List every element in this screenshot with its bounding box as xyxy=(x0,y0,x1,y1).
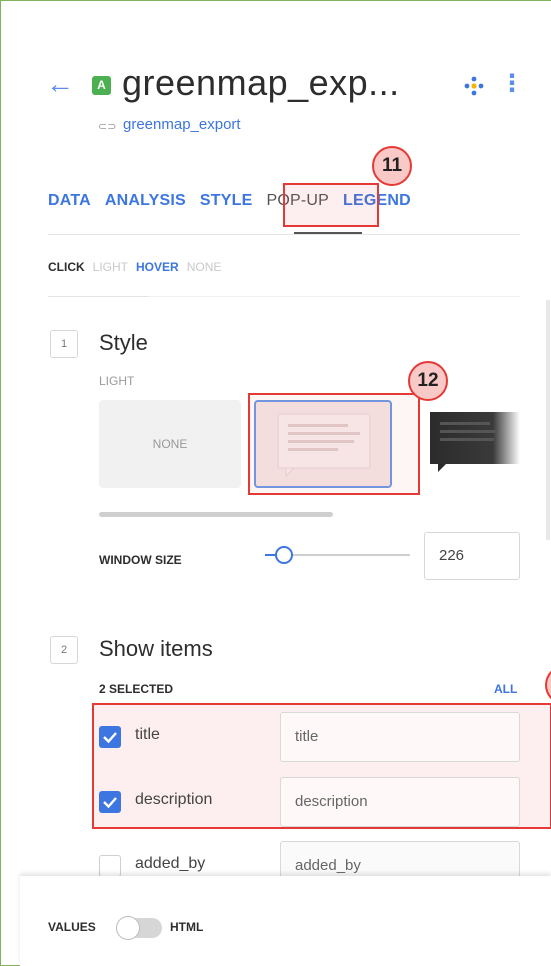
popup-style-none[interactable]: NONE xyxy=(99,400,241,488)
move-icon[interactable] xyxy=(460,72,488,100)
active-tab-underline xyxy=(294,232,362,234)
click-mode-value: LIGHT xyxy=(92,260,129,274)
back-arrow-icon[interactable]: ← xyxy=(46,70,74,98)
popup-style-none-label: NONE xyxy=(152,437,188,451)
callout-12-badge: 12 xyxy=(408,361,448,401)
tabs-divider xyxy=(48,234,520,235)
layer-title[interactable]: greenmap_exp... xyxy=(122,62,400,104)
list-item: title title xyxy=(99,712,520,762)
title-checkbox[interactable] xyxy=(99,726,121,748)
item-display-name-input[interactable]: description xyxy=(280,777,520,827)
mode-divider xyxy=(148,296,520,297)
popup-style-dark[interactable] xyxy=(430,400,520,488)
html-label: HTML xyxy=(170,920,204,934)
click-mode-label[interactable]: CLICK xyxy=(48,260,85,274)
window-size-slider-thumb[interactable] xyxy=(275,546,293,564)
added-by-checkbox[interactable] xyxy=(99,855,121,877)
panel-scrollbar[interactable] xyxy=(546,300,550,540)
item-label: description xyxy=(135,791,213,808)
item-display-name-input[interactable]: title xyxy=(280,712,520,762)
tab-style[interactable]: STYLE xyxy=(200,192,253,218)
layer-badge: A xyxy=(92,76,111,95)
hover-mode-value: NONE xyxy=(186,260,222,274)
callout-11-badge: 11 xyxy=(372,146,412,186)
item-label: added_by xyxy=(135,855,206,872)
link-icon: ⊂⊃ xyxy=(98,121,117,133)
kebab-menu-icon[interactable]: ⋮ xyxy=(500,72,524,96)
list-item: description description xyxy=(99,777,520,827)
callout-12-box xyxy=(248,393,420,495)
section-title-show-items: Show items xyxy=(99,636,213,661)
values-label: VALUES xyxy=(48,920,96,934)
check-icon xyxy=(103,732,117,744)
dark-popup-icon xyxy=(430,412,520,472)
select-all-link[interactable]: ALL xyxy=(494,682,517,696)
popup-mode-row: CLICK LIGHT HOVER NONE xyxy=(48,260,229,274)
section-title-style: Style xyxy=(99,330,148,355)
description-checkbox[interactable] xyxy=(99,791,121,813)
tab-data[interactable]: DATA xyxy=(48,192,91,218)
window-size-label: WINDOW SIZE xyxy=(99,553,182,567)
style-current-value: LIGHT xyxy=(99,374,135,388)
tab-analysis[interactable]: ANALYSIS xyxy=(105,192,186,218)
panel-footer xyxy=(20,876,551,966)
values-html-toggle-knob[interactable] xyxy=(116,916,140,940)
check-icon xyxy=(103,797,117,809)
hover-mode-label[interactable]: HOVER xyxy=(136,260,179,274)
section-number: 2 xyxy=(50,636,78,664)
selected-count: 2 SELECTED xyxy=(99,682,174,696)
window-size-input[interactable]: 226 xyxy=(424,532,520,580)
mode-divider-active xyxy=(48,296,148,297)
source-dataset-link[interactable]: greenmap_export xyxy=(123,116,241,133)
style-options-scrollbar[interactable] xyxy=(99,512,333,517)
item-label: title xyxy=(135,726,160,743)
section-number: 1 xyxy=(50,330,78,358)
callout-11-box xyxy=(283,183,379,227)
